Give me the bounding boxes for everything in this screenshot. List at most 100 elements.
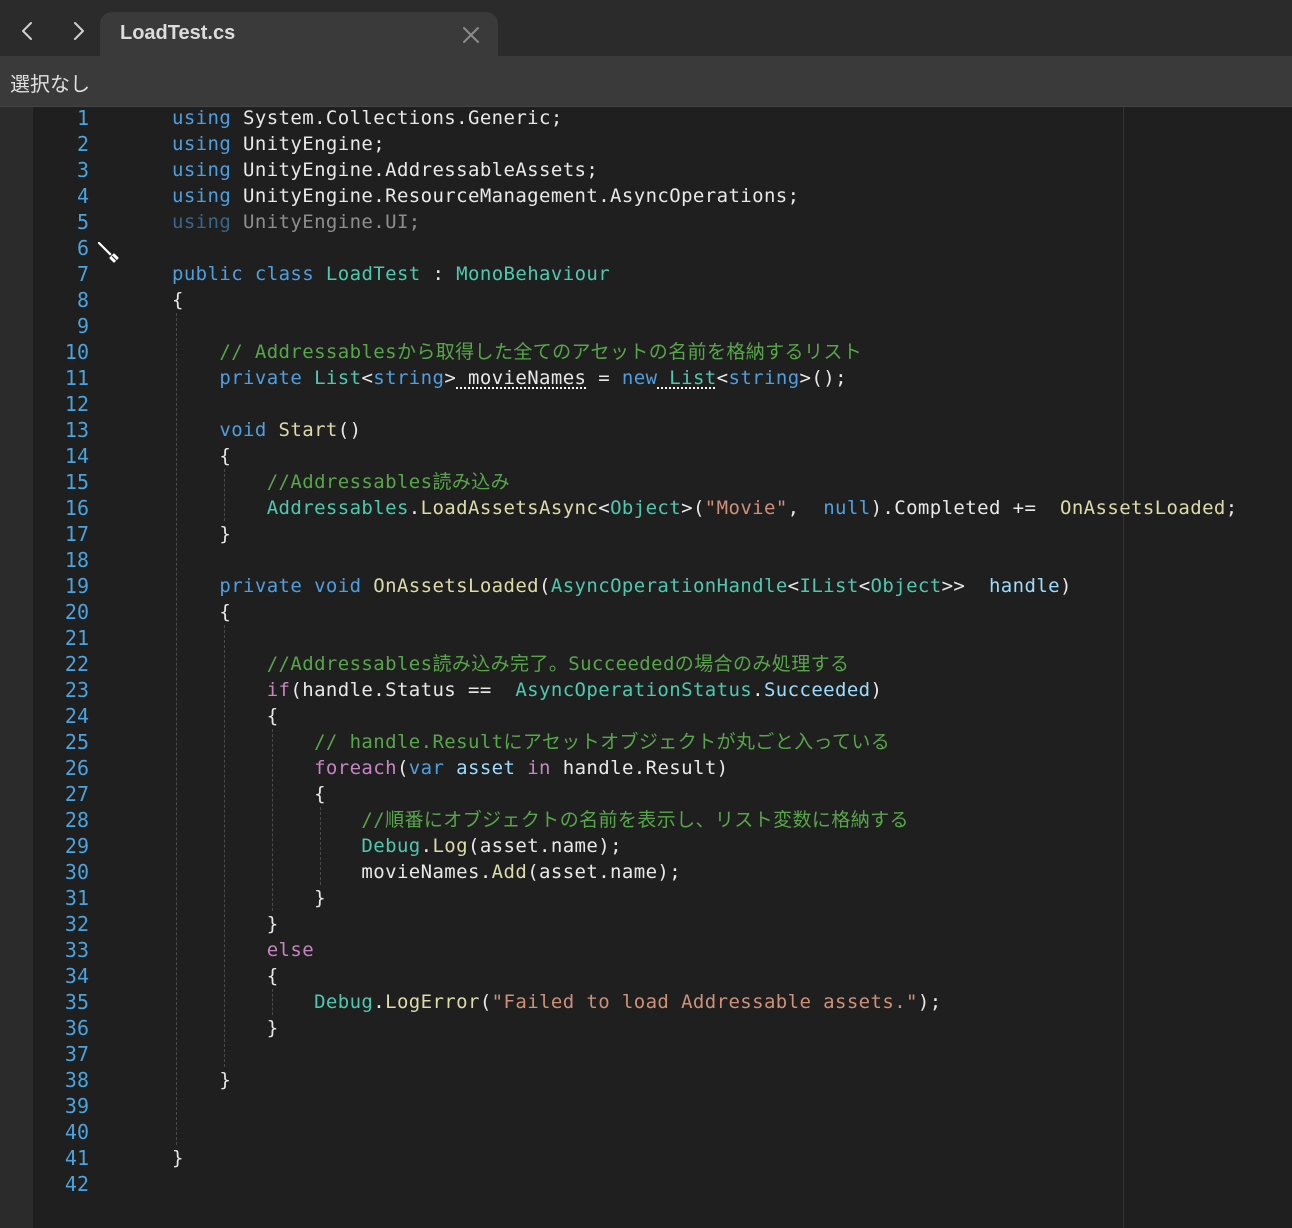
code-text[interactable]: { (172, 599, 231, 625)
tab-loadtest[interactable]: LoadTest.cs (100, 12, 498, 56)
code-text[interactable]: using UnityEngine; (172, 131, 385, 157)
code-text[interactable]: } (172, 1145, 184, 1171)
code-token: { (172, 445, 232, 467)
line-number: 5 (76, 210, 89, 234)
code-text[interactable]: //Addressables読み込み (172, 469, 510, 495)
code-token: MonoBehaviour (444, 263, 611, 285)
line-number: 35 (64, 990, 89, 1014)
code-text[interactable]: //順番にオブジェクトの名前を表示し、リスト変数に格納する (172, 807, 909, 833)
line-number: 34 (64, 964, 89, 988)
code-token: = (586, 367, 611, 389)
code-text[interactable]: { (172, 781, 326, 807)
code-token: new (610, 367, 658, 389)
code-token: OnAssetsLoaded (361, 575, 540, 597)
code-line: 30 movieNames.Add(asset.name); (33, 859, 1292, 885)
code-token: //順番にオブジェクトの名前を表示し、リスト変数に格納する (172, 809, 909, 831)
code-token: private (172, 575, 303, 597)
code-token: class (243, 263, 315, 285)
tab-close-button[interactable] (460, 24, 482, 46)
code-text[interactable]: Addressables.LoadAssetsAsync<Object>("Mo… (172, 495, 1238, 521)
line-number: 18 (64, 548, 89, 572)
code-text[interactable]: } (172, 1067, 231, 1093)
code-token: >( (681, 497, 705, 519)
code-token: foreach (172, 757, 397, 779)
code-text[interactable]: { (172, 703, 279, 729)
code-text[interactable]: using UnityEngine.ResourceManagement.Asy… (172, 183, 799, 209)
code-text[interactable]: foreach(var asset in handle.Result) (172, 755, 729, 781)
code-line: 31 } (33, 885, 1292, 911)
code-token: //Addressables読み込み (172, 471, 511, 493)
code-line: 20 { (33, 599, 1292, 625)
code-line: 35 Debug.LogError("Failed to load Addres… (33, 989, 1292, 1015)
line-number: 26 (64, 756, 89, 780)
code-token: in (515, 757, 551, 779)
code-text[interactable]: } (172, 911, 279, 937)
chevron-left-icon (22, 22, 32, 40)
code-text[interactable]: //Addressables読み込み完了。Succeededの場合のみ処理する (172, 651, 849, 677)
code-text[interactable]: Debug.LogError("Failed to load Addressab… (172, 989, 942, 1015)
code-token: Debug (172, 991, 374, 1013)
code-token: "Failed to load Addressable assets." (491, 991, 918, 1013)
code-line: 33 else (33, 937, 1292, 963)
code-token: // Addressablesから取得した全てのアセットの名前を格納するリスト (172, 341, 863, 363)
code-text[interactable]: private List<string> movieNames = new Li… (172, 365, 847, 391)
code-token: (asset.name); (468, 835, 622, 857)
code-text[interactable]: } (172, 885, 326, 911)
breadcrumb-label[interactable]: 選択なし (10, 68, 90, 97)
code-line: 22 //Addressables読み込み完了。Succeededの場合のみ処理… (33, 651, 1292, 677)
code-text[interactable]: else (172, 937, 314, 963)
code-text[interactable]: // Addressablesから取得した全てのアセットの名前を格納するリスト (172, 339, 862, 365)
line-number: 39 (64, 1094, 89, 1118)
code-token: Object (610, 497, 682, 519)
code-token: , (787, 497, 812, 519)
code-text[interactable]: { (172, 287, 184, 313)
code-token: null (811, 497, 871, 519)
code-line: 23 if(handle.Status == AsyncOperationSta… (33, 677, 1292, 703)
code-line: 5 using UnityEngine.UI; (33, 209, 1292, 235)
code-text[interactable]: } (172, 1015, 279, 1041)
code-token: void (172, 419, 267, 441)
code-text[interactable]: void Start() (172, 417, 361, 443)
code-line: 11 private List<string> movieNames = new… (33, 365, 1292, 391)
code-token: } (172, 1017, 279, 1039)
code-text[interactable]: public class LoadTest : MonoBehaviour (172, 261, 610, 287)
tab-bar: LoadTest.cs (0, 0, 1292, 56)
code-line: 8{ (33, 287, 1292, 313)
code-text[interactable]: using UnityEngine.UI; (172, 209, 421, 235)
code-token: System.Collections.Generic; (231, 107, 563, 129)
code-token: List (302, 367, 362, 389)
code-text[interactable]: } (172, 521, 231, 547)
code-token: UnityEngine.AddressableAssets; (231, 159, 599, 181)
code-text[interactable]: using System.Collections.Generic; (172, 105, 563, 131)
code-text[interactable]: { (172, 963, 279, 989)
code-text[interactable]: movieNames.Add(asset.name); (172, 859, 681, 885)
back-button[interactable] (12, 16, 42, 46)
code-line: 38 } (33, 1067, 1292, 1093)
forward-button[interactable] (64, 16, 94, 46)
code-text[interactable]: private void OnAssetsLoaded(AsyncOperati… (172, 573, 1072, 599)
line-number: 36 (64, 1016, 89, 1040)
code-text[interactable]: { (172, 443, 231, 469)
code-token: movieNames (456, 367, 587, 389)
code-line: 2 using UnityEngine; (33, 131, 1292, 157)
code-token: Start (266, 419, 338, 441)
code-text[interactable]: if(handle.Status == AsyncOperationStatus… (172, 677, 882, 703)
code-text[interactable]: Debug.Log(asset.name); (172, 833, 622, 859)
line-number: 29 (64, 834, 89, 858)
code-token: : (420, 263, 445, 285)
code-line: 13 void Start() (33, 417, 1292, 443)
line-number: 19 (64, 574, 89, 598)
code-token: void (302, 575, 362, 597)
code-token: var (408, 757, 445, 779)
code-token: //Addressables読み込み完了。Succeededの場合のみ処理する (172, 653, 850, 675)
code-line: 16 Addressables.LoadAssetsAsync<Object>(… (33, 495, 1292, 521)
code-line: 12 (33, 391, 1292, 417)
code-token: ( (539, 575, 551, 597)
close-icon (463, 27, 479, 43)
code-token: if (172, 679, 291, 701)
code-text[interactable]: using UnityEngine.AddressableAssets; (172, 157, 598, 183)
code-token: { (172, 705, 279, 727)
code-token: UnityEngine.ResourceManagement.AsyncOper… (231, 185, 800, 207)
code-text[interactable]: // handle.Resultにアセットオブジェクトが丸ごと入っている (172, 729, 890, 755)
code-token: using (172, 211, 232, 233)
